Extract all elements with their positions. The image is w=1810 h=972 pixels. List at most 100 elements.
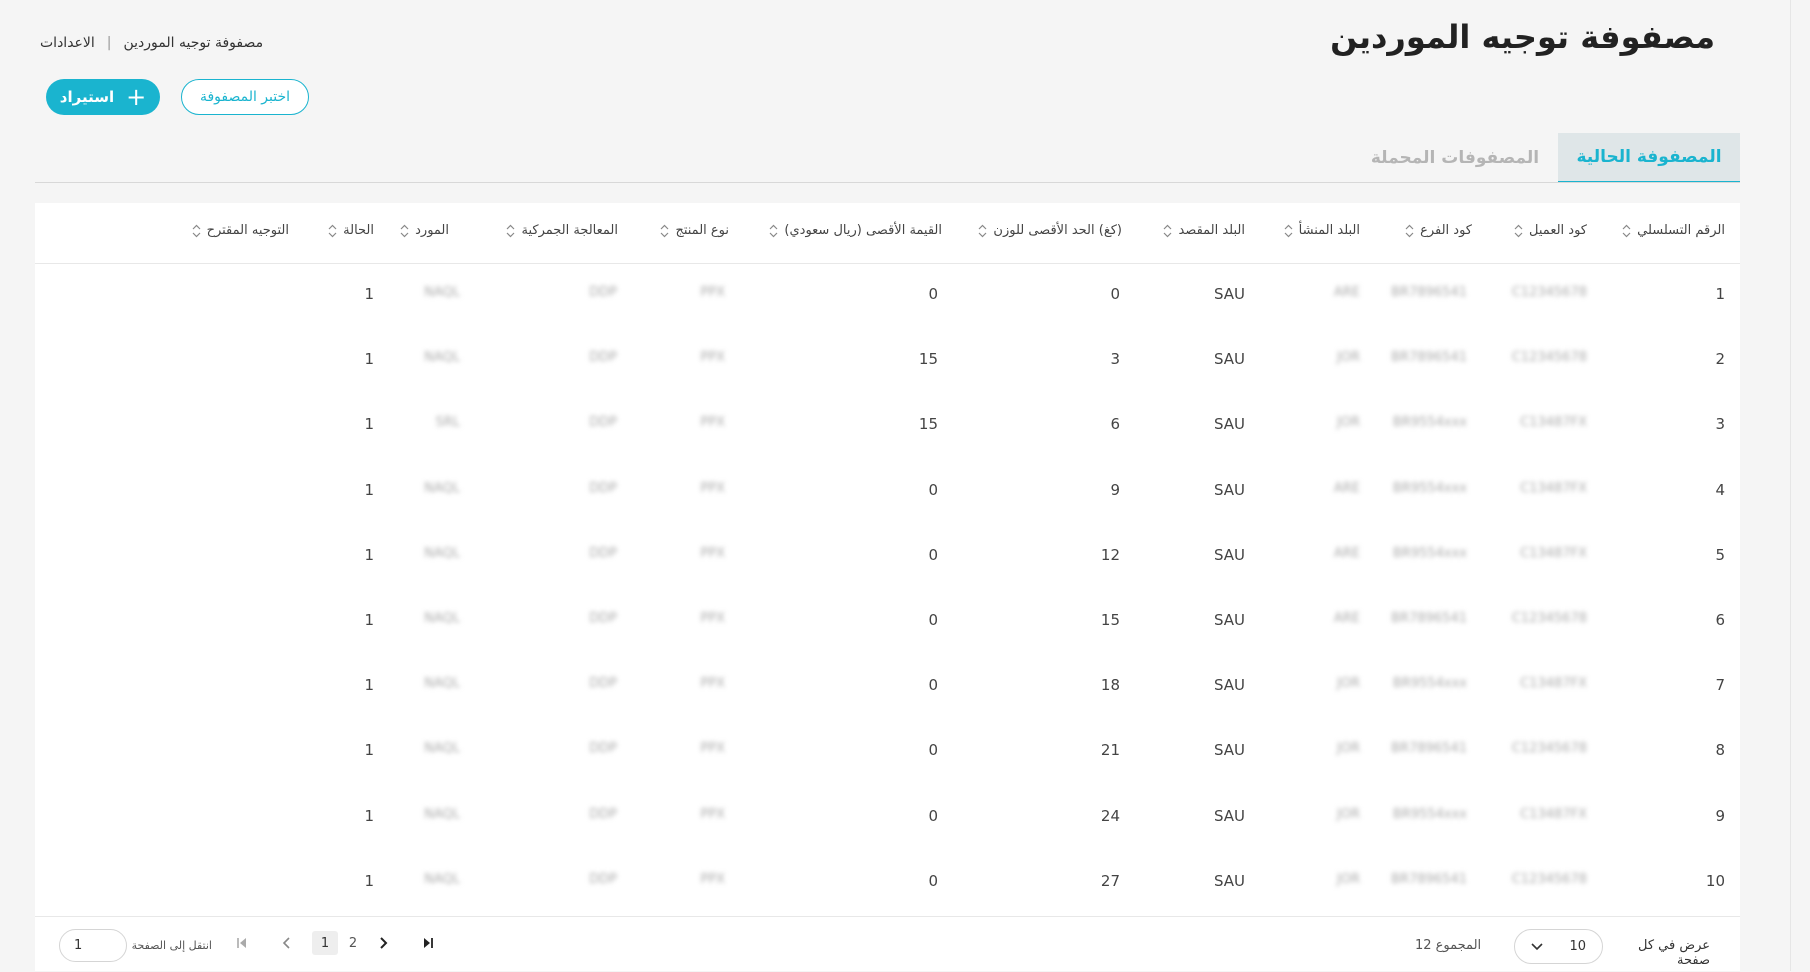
cell-dest: SAU — [1213, 611, 1245, 629]
cell-branch: BR7896541 — [1391, 350, 1467, 366]
cell-max-value: 15 — [918, 350, 938, 369]
sort-icon[interactable] — [328, 224, 337, 238]
cell-status: 1 — [364, 676, 374, 695]
cell-supplier: NAQL — [424, 676, 460, 692]
sort-icon[interactable] — [1622, 224, 1631, 238]
breadcrumb-settings-link[interactable]: الاعدادات — [40, 35, 95, 51]
cell-origin: JOR — [1336, 806, 1360, 822]
cell-client: C12345678 — [1511, 350, 1587, 366]
tab-current-matrix[interactable]: المصفوفة الحالية — [1558, 133, 1740, 183]
per-page-select[interactable]: 10 — [1514, 929, 1603, 964]
choose-matrix-button[interactable]: اختبر المصفوفة — [181, 79, 309, 115]
goto-page-input[interactable]: 1 — [59, 929, 127, 962]
page-2-button[interactable]: 2 — [345, 931, 361, 955]
table-row[interactable]: 5 C13487FX BR9554xxx ARE SAU 12 0 PPX DDP NAQL 1 — [35, 524, 1740, 589]
column-header-product-type[interactable]: نوع المنتج — [660, 223, 729, 238]
column-header-label: التوجيه المقترح — [206, 223, 289, 238]
column-header-max-value[interactable]: القيمة الأقصى (ريال سعودي) — [769, 223, 942, 238]
sort-icon[interactable] — [769, 224, 778, 238]
sort-icon[interactable] — [506, 224, 515, 238]
cell-product: PPX — [700, 676, 725, 692]
cell-max-weight: 21 — [1100, 741, 1120, 760]
table-row[interactable]: 8 C12345678 BR7896541 JOR SAU 21 0 PPX DDP NAQL 1 — [35, 719, 1740, 784]
cell-max-value: 0 — [928, 285, 938, 303]
page-1-button[interactable]: 1 — [312, 931, 338, 955]
sort-icon[interactable] — [400, 224, 409, 238]
cell-product: PPX — [700, 545, 725, 561]
import-button-label: استيراد — [59, 88, 115, 106]
cell-max-value: 0 — [928, 545, 938, 564]
table-row[interactable]: 9 C13487FX BR9554xxx JOR SAU 24 0 PPX DDP NAQL 1 — [35, 785, 1740, 850]
column-header-max-weight[interactable]: (كغ) الحد الأقصى للوزن — [978, 223, 1122, 238]
cell-max-weight: 18 — [1100, 676, 1120, 695]
column-header-destination-country[interactable]: البلد المقصد — [1163, 223, 1245, 238]
column-header-label: المعالجة الجمركية — [521, 223, 618, 238]
cell-client: C13487FX — [1520, 806, 1587, 822]
table-row[interactable]: 4 C13487FX BR9554xxx ARE SAU 9 0 PPX DDP NAQL 1 — [35, 459, 1740, 524]
cell-dest: SAU — [1213, 871, 1245, 890]
column-header-label: كود العميل — [1529, 223, 1587, 238]
column-header-client-code[interactable]: كود العميل — [1514, 223, 1587, 238]
sort-icon[interactable] — [1405, 224, 1414, 238]
cell-supplier: NAQL — [424, 285, 460, 300]
cell-max-weight: 3 — [1110, 350, 1120, 369]
table-row[interactable]: 3 C13487FX BR9554xxx JOR SAU 6 15 PPX DDP SRL 1 — [35, 393, 1740, 458]
table-row[interactable]: 7 C13487FX BR9554xxx JOR SAU 18 0 PPX DDP NAQL 1 — [35, 654, 1740, 719]
cell-status: 1 — [364, 545, 374, 564]
cell-customs: DDP — [589, 415, 617, 431]
page-scrollbar[interactable] — [1790, 0, 1810, 971]
cell-status: 1 — [364, 350, 374, 369]
cell-max-value: 0 — [928, 676, 938, 695]
column-header-origin-country[interactable]: البلد المنشأ — [1284, 223, 1360, 238]
table-row[interactable]: 1 C12345678 BR7896541 ARE SAU 0 0 PPX DDP NAQL 1 — [35, 263, 1740, 328]
next-page-icon[interactable] — [375, 931, 391, 955]
cell-max-value: 15 — [918, 415, 938, 434]
cell-branch: BR9554xxx — [1392, 415, 1467, 431]
cell-supplier: NAQL — [424, 871, 460, 887]
column-header-branch-code[interactable]: كود الفرع — [1405, 223, 1472, 238]
cell-product: PPX — [700, 480, 725, 496]
breadcrumb-current: مصفوفة توجيه الموردين — [123, 35, 264, 51]
cell-product: PPX — [700, 611, 725, 626]
cell-origin: ARE — [1333, 480, 1360, 496]
sort-icon[interactable] — [192, 224, 201, 238]
sort-icon[interactable] — [1284, 224, 1293, 238]
cell-client: C13487FX — [1520, 545, 1587, 561]
column-header-status[interactable]: الحالة — [328, 223, 374, 238]
column-header-label: نوع المنتج — [675, 223, 729, 238]
cell-max-weight: 27 — [1100, 871, 1120, 890]
cell-customs: DDP — [589, 545, 617, 561]
cell-origin: JOR — [1336, 871, 1360, 887]
import-button[interactable]: + استيراد — [46, 79, 160, 115]
cell-product: PPX — [700, 350, 725, 366]
cell-customs: DDP — [589, 806, 617, 822]
page-1-label: 1 — [320, 935, 330, 951]
cell-status: 1 — [364, 415, 374, 434]
per-page-value: 10 — [1569, 939, 1586, 954]
cell-product: PPX — [700, 741, 725, 757]
column-header-customs-processing[interactable]: المعالجة الجمركية — [506, 223, 618, 238]
table-row[interactable]: 6 C12345678 BR7896541 ARE SAU 15 0 PPX DDP NAQL 1 — [35, 589, 1740, 654]
table-row[interactable]: 10 C12345678 BR7896541 JOR SAU 27 0 PPX DDP NAQL 1 — [35, 850, 1740, 915]
prev-page-icon[interactable] — [279, 931, 295, 955]
cell-max-value: 0 — [928, 871, 938, 890]
column-header-supplier[interactable]: المورد — [400, 223, 449, 238]
table-row[interactable]: 2 C12345678 BR7896541 JOR SAU 3 15 PPX DDP NAQL 1 — [35, 328, 1740, 393]
sort-icon[interactable] — [978, 224, 987, 238]
cell-dest: SAU — [1213, 545, 1245, 564]
cell-customs: DDP — [589, 871, 617, 887]
column-header-serial-number[interactable]: الرقم التسلسلي — [1622, 223, 1725, 238]
column-header-label: البلد المقصد — [1178, 223, 1245, 238]
column-header-label: كود الفرع — [1420, 223, 1472, 238]
cell-serial: 8 — [1715, 741, 1725, 760]
cell-dest: SAU — [1213, 415, 1245, 434]
sort-icon[interactable] — [1163, 224, 1172, 238]
cell-supplier: NAQL — [424, 741, 460, 757]
column-header-suggested-routing[interactable]: التوجيه المقترح — [192, 223, 289, 238]
last-page-icon[interactable] — [420, 931, 436, 955]
sort-icon[interactable] — [660, 224, 669, 238]
cell-client: C13487FX — [1520, 676, 1587, 692]
first-page-icon[interactable] — [234, 931, 250, 955]
tab-uploaded-matrices[interactable]: المصفوفات المحملة — [1360, 133, 1550, 183]
sort-icon[interactable] — [1514, 224, 1523, 238]
